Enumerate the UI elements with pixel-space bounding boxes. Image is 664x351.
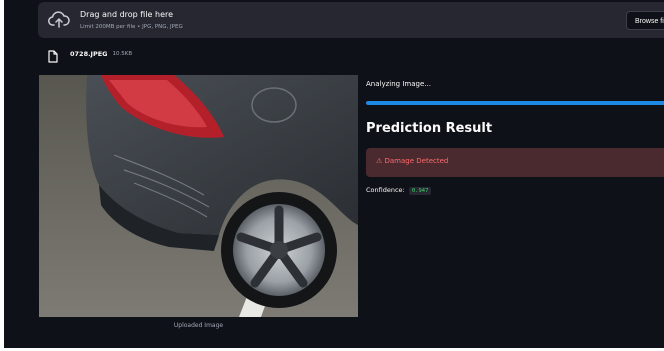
file-size: 10.5KB: [112, 51, 133, 57]
alert-message: ⚠ Damage Detected: [376, 157, 449, 165]
progress-fill: [366, 101, 664, 105]
file-dropzone[interactable]: Drag and drop file here Limit 200MB per …: [38, 2, 664, 38]
uploaded-image: [39, 75, 358, 317]
prediction-result-heading: Prediction Result: [366, 121, 493, 136]
browse-files-button[interactable]: Browse files: [626, 11, 664, 30]
cloud-upload-icon: [48, 10, 70, 30]
analysis-status: Analyzing Image...: [366, 80, 431, 88]
analysis-progress-bar: [366, 101, 664, 105]
image-caption: Uploaded Image: [173, 322, 224, 329]
confidence-line: Confidence: 0.947: [366, 186, 432, 195]
file-name: 0728.JPEG: [70, 50, 108, 58]
uploaded-file-item: 0728.JPEG 10.5KB: [48, 47, 133, 63]
confidence-label: Confidence:: [366, 186, 405, 194]
dropzone-subtitle: Limit 200MB per file • JPG, PNG, JPEG: [80, 24, 183, 30]
dropzone-title: Drag and drop file here: [80, 10, 174, 19]
damage-alert: ⚠ Damage Detected: [366, 148, 664, 177]
confidence-value: 0.947: [408, 187, 432, 195]
app-container: Drag and drop file here Limit 200MB per …: [4, 0, 664, 348]
file-icon: [48, 48, 58, 63]
